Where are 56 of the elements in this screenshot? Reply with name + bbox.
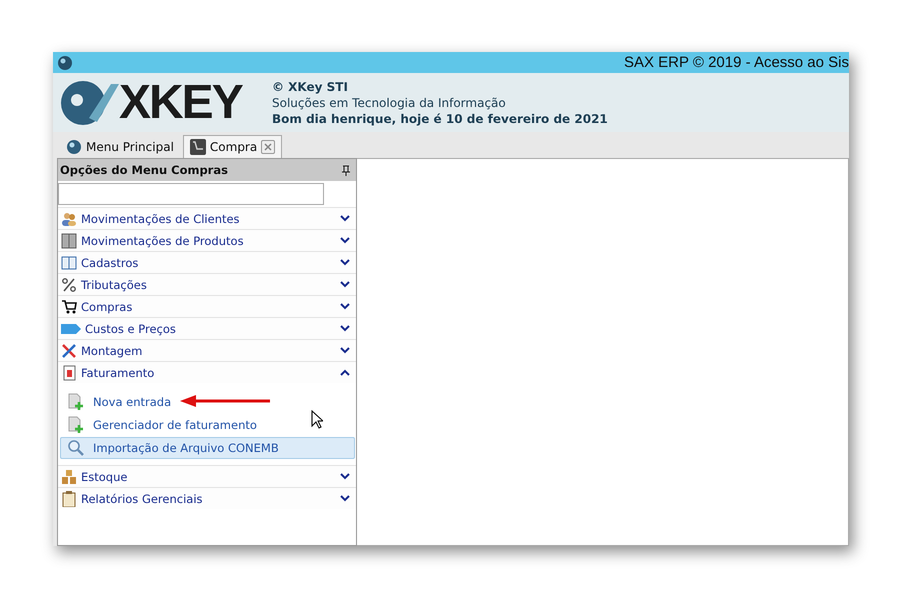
- group-label: Estoque: [81, 470, 128, 484]
- cabinet-icon: [61, 232, 77, 248]
- pin-icon[interactable]: [342, 164, 350, 176]
- panel-title: Opções do Menu Compras: [60, 163, 228, 177]
- group-label: Faturamento: [81, 366, 156, 380]
- tab[interactable]: Compra: [182, 135, 282, 158]
- chevron-down-icon[interactable]: [340, 347, 350, 354]
- group-label: Cadastros: [81, 256, 140, 270]
- company-name: © XKey STI: [272, 80, 349, 94]
- chevron-down-icon[interactable]: [340, 303, 350, 310]
- tagline: Soluções em Tecnologia da Informação: [272, 96, 507, 110]
- chevron-down-icon[interactable]: [340, 237, 350, 244]
- group-label: Relatórios Gerenciais: [81, 492, 204, 506]
- group-label: Compras: [81, 300, 134, 314]
- menu-item[interactable]: Importação de Arquivo CONEMB: [60, 437, 355, 459]
- menu-group[interactable]: Montagem: [58, 339, 356, 361]
- menu-item[interactable]: Gerenciador de faturamento: [60, 414, 355, 436]
- chevron-down-icon[interactable]: [340, 473, 350, 480]
- tab[interactable]: Menu Principal: [59, 135, 181, 158]
- search-icon: [67, 439, 85, 457]
- people-icon: [61, 210, 77, 226]
- tools-icon: [61, 342, 77, 358]
- menu-group[interactable]: Relatórios Gerenciais: [58, 487, 356, 509]
- group-label: Montagem: [81, 344, 144, 358]
- search-field[interactable]: [58, 183, 324, 205]
- chevron-down-icon[interactable]: [340, 495, 350, 502]
- menu-group[interactable]: Estoque: [58, 465, 356, 487]
- chevron-down-icon[interactable]: [340, 281, 350, 288]
- menu-group[interactable]: Movimentações de Clientes: [58, 207, 356, 229]
- logo-text: XKEY: [119, 78, 242, 126]
- menu-item[interactable]: Nova entrada: [60, 391, 355, 413]
- close-icon: [264, 143, 272, 151]
- price-tag-icon: [61, 322, 81, 334]
- chevron-up-icon[interactable]: [340, 369, 350, 376]
- menu-group[interactable]: Tributações: [58, 273, 356, 295]
- document-add-icon: [67, 393, 85, 411]
- chevron-down-icon[interactable]: [340, 259, 350, 266]
- group-label: Tributações: [81, 278, 148, 292]
- greeting-text: Bom dia henrique, hoje é 10 de fevereiro de 2021: [272, 112, 608, 126]
- close-tab-button[interactable]: [261, 140, 276, 154]
- boxes-icon: [61, 468, 77, 484]
- group-label: Custos e Preços: [85, 322, 177, 336]
- document-add-icon: [67, 416, 85, 434]
- percent-icon: [61, 276, 77, 292]
- invoice-icon: [61, 364, 77, 380]
- window-title: SAX ERP © 2019 - Acesso ao Sis: [624, 54, 849, 71]
- chevron-down-icon[interactable]: [340, 215, 350, 222]
- menu-group[interactable]: Faturamento: [58, 361, 356, 383]
- mouse-pointer-icon: [311, 410, 323, 429]
- book-icon: [61, 254, 77, 270]
- chevron-down-icon[interactable]: [340, 325, 350, 332]
- clipboard-icon: [61, 490, 77, 506]
- app-icon: [57, 54, 73, 70]
- group-label: Movimentações de Produtos: [81, 234, 245, 248]
- menu-group[interactable]: Movimentações de Produtos: [58, 229, 356, 251]
- group-label: Movimentações de Clientes: [81, 212, 241, 226]
